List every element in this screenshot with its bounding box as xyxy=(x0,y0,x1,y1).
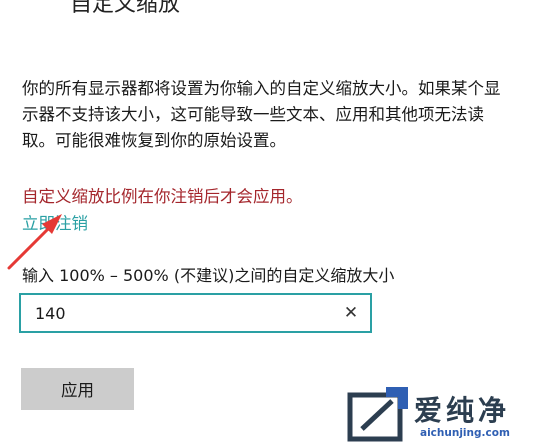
watermark-url: aichunjing.com xyxy=(420,427,510,439)
description-line: 示器不支持该大小，这可能导致一些文本、应用和其他项无法读 xyxy=(22,105,484,124)
custom-scale-input[interactable] xyxy=(35,300,325,326)
signout-warning: 自定义缩放比例在你注销后才会应用。 xyxy=(22,187,303,206)
watermark-logo xyxy=(347,387,408,442)
custom-scale-label: 输入 100% – 500% (不建议)之间的自定义缩放大小 xyxy=(22,266,395,285)
watermark: 爱纯净 aichunjing.com xyxy=(346,385,541,445)
description-line: 取。可能很难恢复到你的原始设置。 xyxy=(22,131,286,150)
apply-button[interactable]: 应用 xyxy=(21,368,134,410)
scale-description: 你的所有显示器都将设置为你输入的自定义缩放大小。如果某个显 示器不支持该大小，这… xyxy=(22,76,545,154)
custom-scale-field[interactable]: ✕ xyxy=(19,293,372,333)
sign-out-now-link[interactable]: 立即注销 xyxy=(22,210,88,234)
page-title: 自定义缩放 xyxy=(70,0,181,17)
display-settings-page: 自定义缩放 你的所有显示器都将设置为你输入的自定义缩放大小。如果某个显 示器不支… xyxy=(0,0,545,448)
clear-icon[interactable]: ✕ xyxy=(342,303,360,323)
description-line: 你的所有显示器都将设置为你输入的自定义缩放大小。如果某个显 xyxy=(22,79,501,98)
watermark-brand: 爱纯净 xyxy=(414,394,511,427)
